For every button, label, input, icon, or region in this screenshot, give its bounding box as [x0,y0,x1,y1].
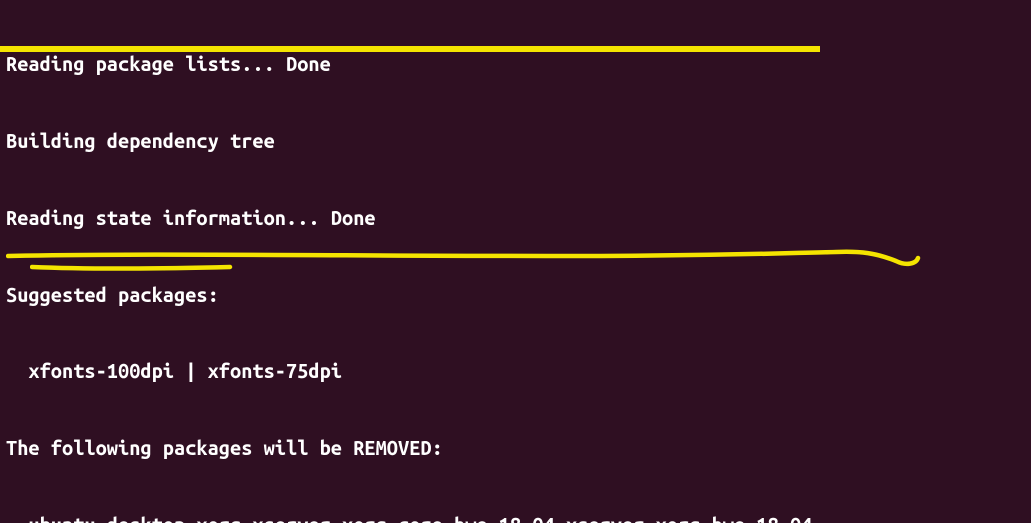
terminal-line: Reading package lists... Done [0,51,1031,77]
terminal-line: Suggested packages: [0,282,1031,308]
terminal-line: Building dependency tree [0,128,1031,154]
terminal-line: The following packages will be REMOVED: [0,435,1031,461]
terminal-window[interactable]: Reading package lists... Done Building d… [0,0,1031,523]
terminal-line: Reading state information... Done [0,205,1031,231]
terminal-line: ubuntu-desktop xorg xserver-xorg-core-hw… [0,512,1031,523]
terminal-line: xfonts-100dpi | xfonts-75dpi [0,358,1031,384]
